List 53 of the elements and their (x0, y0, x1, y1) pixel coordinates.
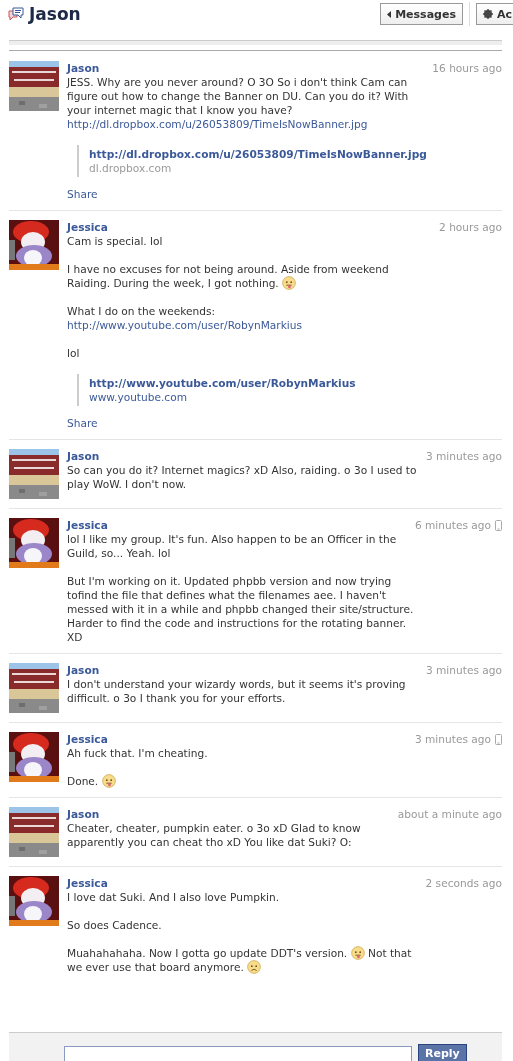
actions-button[interactable]: Ac (475, 3, 513, 25)
sender-name[interactable]: Jason (67, 62, 100, 74)
sender-name[interactable]: Jessica (67, 221, 108, 233)
emoji-icon (247, 960, 262, 974)
attachment-title[interactable]: http://www.youtube.com/user/RobynMarkius (89, 376, 356, 390)
reply-button[interactable]: Reply (418, 1044, 467, 1061)
messages-button[interactable]: Messages (380, 3, 463, 25)
emoji-icon (350, 946, 365, 960)
message-text: Ah fuck that. I'm cheating. (67, 746, 209, 760)
share-link[interactable]: Share (67, 416, 98, 430)
message-text: I don't understand your wizardy words, but it seems it's proving difficult. o 3o I thank you for your efforts. (67, 677, 407, 705)
sender-name[interactable]: Jason (67, 450, 100, 462)
timestamp: 6 minutes ago (414, 519, 491, 531)
message-text: What I do on the weekends: http://www.youtube.com/user/RobynMarkius (67, 304, 304, 332)
message-text: JESS. Why are you never around? O 3O So i don't think Cam can figure out how to change the Banner on DU. Can you do it? With your internet magic that I know you have? http://dl.dropbox.com/u/26053809/TimeIsNowBanner.jpg (67, 75, 410, 131)
settings-icon (482, 9, 493, 19)
message-text: So does Cadence. (67, 918, 163, 932)
message-text: Done. (67, 774, 419, 788)
message-text: lol (67, 346, 81, 360)
chat-icon (8, 7, 24, 21)
timestamp: 3 minutes ago (425, 450, 502, 462)
message-link[interactable]: http://dl.dropbox.com/u/26053809/TimeIsNowBanner.jpg (67, 118, 368, 130)
share-link[interactable]: Share (67, 187, 98, 201)
attachment-title[interactable]: http://dl.dropbox.com/u/26053809/TimeIsNowBanner.jpg (89, 147, 427, 161)
attachment-domain[interactable]: www.youtube.com (89, 390, 187, 404)
message-text: I love dat Suki. And I also love Pumpkin. (67, 890, 281, 904)
emoji-icon (101, 774, 116, 788)
message-text: lol I like my group. It's fun. Also happen to be an Officer in the Guild, so... Yeah. lol (67, 532, 398, 560)
timestamp: 3 minutes ago (425, 664, 502, 676)
sender-name[interactable]: Jessica (67, 519, 108, 531)
attachment-domain: dl.dropbox.com (89, 161, 172, 175)
message-text: But I'm working on it. Updated phpbb version and now trying tofind the file that defines what the filenames aee. I haven't messed with it in a while and phpbb changed their site/structure. Harder to find the code and instructions for the rotating banner. XD (67, 574, 415, 644)
conversation-title: Jason (29, 4, 81, 24)
caret-icon (387, 10, 392, 18)
timestamp: 3 minutes ago (414, 733, 491, 745)
timestamp: 16 hours ago (432, 62, 502, 74)
message-link[interactable]: http://www.youtube.com/user/RobynMarkius (67, 319, 303, 331)
sender-name[interactable]: Jason (67, 808, 100, 820)
timestamp: 2 seconds ago (425, 877, 502, 889)
emoji-icon (282, 276, 297, 290)
sender-name[interactable]: Jessica (67, 733, 108, 745)
message-text: So can you do it? Internet magics? xD Also, raiding. o 3o I used to play WoW. I don't now. (67, 463, 418, 491)
message-text: Cam is special. lol (67, 234, 164, 248)
sender-name[interactable]: Jason (67, 664, 100, 676)
message-text: I have no excuses for not being around. Aside from weekend Raiding. During the week, I got nothing. (67, 262, 390, 290)
reply-field[interactable] (64, 1046, 412, 1061)
message-text: Cheater, cheater, pumpkin eater. o 3o xD Glad to know apparently you can cheat tho xD You like dat Suki? O: (67, 821, 362, 849)
phone-icon (495, 733, 502, 745)
timestamp: 2 hours ago (439, 221, 502, 233)
phone-icon (495, 519, 502, 531)
sender-name[interactable]: Jessica (67, 877, 108, 889)
timestamp: about a minute ago (397, 808, 502, 820)
message-text: Muahahahaha. Now I gotta go update DDT's version. Not that we ever use that board anymore. (67, 946, 413, 974)
